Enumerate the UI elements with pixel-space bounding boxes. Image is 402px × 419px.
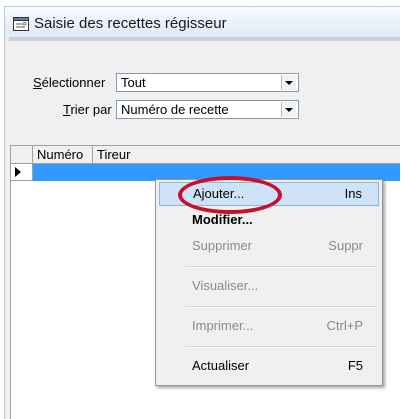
context-menu: Ajouter... Ins Modifier... Supprimer Sup… — [155, 179, 383, 386]
menu-item-supprimer-shortcut: Suppr — [328, 238, 363, 253]
title-divider — [9, 37, 400, 41]
sort-dropdown[interactable]: Numéro de recette — [116, 100, 299, 119]
select-label-text: électionner — [41, 75, 106, 90]
menu-item-modifier[interactable]: Modifier... — [159, 208, 379, 232]
menu-item-visualiser-label: Visualiser... — [192, 278, 259, 293]
select-label-mnemonic: S — [33, 75, 42, 90]
form-window-icon — [13, 17, 29, 31]
menu-item-actualiser-shortcut: F5 — [347, 358, 363, 373]
menu-item-imprimer[interactable]: Imprimer... Ctrl+P — [159, 314, 379, 338]
select-dropdown[interactable]: Tout — [116, 73, 299, 92]
column-header-tireur[interactable]: Tireur — [93, 146, 400, 164]
menu-item-modifier-label: Modifier... — [192, 212, 253, 227]
window-title: Saisie des recettes régisseur — [34, 15, 227, 32]
menu-item-visualiser[interactable]: Visualiser... — [159, 274, 379, 298]
menu-item-imprimer-shortcut: Ctrl+P — [326, 318, 363, 333]
menu-separator — [186, 306, 378, 308]
menu-item-supprimer-label: Supprimer — [192, 238, 252, 253]
column-header-numero[interactable]: Numéro — [33, 146, 93, 164]
menu-item-imprimer-label: Imprimer... — [192, 318, 254, 333]
recettes-window: Saisie des recettes régisseur Sélectionn… — [4, 6, 400, 419]
menu-item-actualiser[interactable]: Actualiser F5 — [159, 354, 379, 378]
menu-item-ajouter-shortcut: Ins — [344, 186, 362, 201]
title-bar: Saisie des recettes régisseur — [5, 7, 400, 41]
menu-item-ajouter[interactable]: Ajouter... Ins — [159, 182, 379, 206]
menu-separator — [186, 266, 378, 268]
chevron-down-icon[interactable] — [281, 75, 296, 90]
select-label: Sélectionner — [33, 75, 105, 90]
menu-separator — [186, 346, 378, 348]
menu-item-supprimer[interactable]: Supprimer Suppr — [159, 234, 379, 258]
select-value: Tout — [121, 75, 146, 90]
sort-label: Trier par — [63, 102, 112, 117]
row-selector-header — [11, 146, 33, 164]
sort-label-text: rier par — [70, 102, 112, 117]
current-row-arrow-icon — [11, 164, 33, 181]
menu-item-actualiser-label: Actualiser — [192, 358, 250, 373]
chevron-down-icon[interactable] — [281, 102, 296, 117]
sort-value: Numéro de recette — [121, 102, 229, 117]
grid-header: Numéro Tireur — [11, 146, 400, 164]
menu-item-ajouter-label: Ajouter... — [193, 186, 245, 201]
